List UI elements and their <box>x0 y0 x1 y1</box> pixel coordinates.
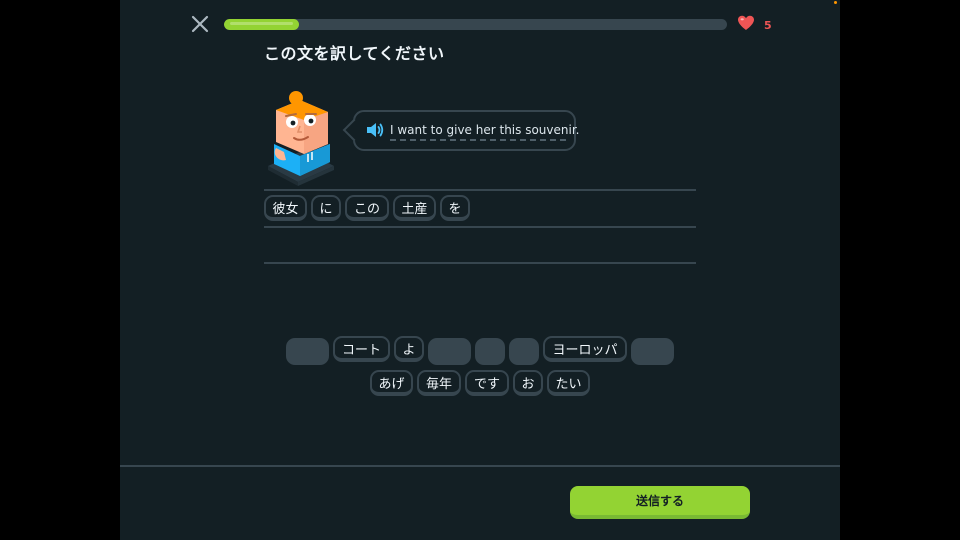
word-bank-tile[interactable]: あげ <box>370 370 413 396</box>
word-bank-tile[interactable]: よ <box>394 336 424 362</box>
hearts-counter[interactable]: 5 <box>737 15 772 35</box>
sentence-underline <box>390 139 566 141</box>
hearts-count: 5 <box>764 18 772 32</box>
word-bank-tile[interactable]: お <box>513 370 543 396</box>
answer-tile[interactable]: を <box>440 195 470 221</box>
page-title: この文を訳してください <box>264 44 445 63</box>
answer-tile[interactable]: 土産 <box>393 195 436 221</box>
lesson-progress-fill <box>224 19 300 30</box>
speaker-icon[interactable] <box>365 121 385 139</box>
word-bank-tile[interactable]: コート <box>333 336 390 362</box>
word-bank-tile[interactable]: です <box>465 370 509 396</box>
progress-shine <box>230 22 294 25</box>
word-bank-slot-empty <box>428 338 471 365</box>
word-bank-tile[interactable]: 毎年 <box>417 370 461 396</box>
word-bank-slot-empty <box>475 338 505 365</box>
answer-tile[interactable]: この <box>345 195 389 221</box>
word-bank-tile[interactable]: ヨーロッパ <box>543 336 627 362</box>
lesson-screen <box>120 0 840 540</box>
footer-divider <box>120 465 840 467</box>
answer-line <box>264 262 696 264</box>
lesson-progress-bar <box>224 19 727 30</box>
answer-line <box>264 189 696 191</box>
answer-tile[interactable]: に <box>311 195 341 221</box>
character-avatar <box>262 88 342 190</box>
word-bank-tile[interactable]: たい <box>547 370 590 396</box>
close-icon[interactable] <box>190 14 210 34</box>
submit-button[interactable]: 送信する <box>570 486 750 519</box>
word-bank-slot-empty <box>631 338 674 365</box>
word-bank-slot-empty <box>286 338 329 365</box>
word-bank-slot-empty <box>509 338 539 365</box>
speech-bubble: I want to give her this souvenir. <box>342 110 579 151</box>
heart-icon <box>737 15 755 35</box>
status-dot <box>834 1 837 4</box>
prompt-sentence[interactable]: I want to give her this souvenir. <box>390 123 579 137</box>
answer-tile[interactable]: 彼女 <box>264 195 307 221</box>
answer-line <box>264 226 696 228</box>
